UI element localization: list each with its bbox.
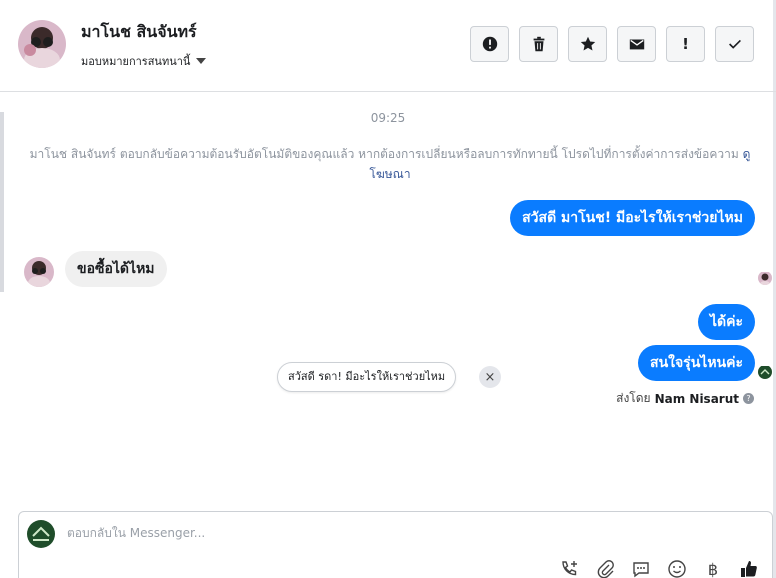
message-bubble-outgoing: สนใจรุ่นไหนค่ะ [638,345,755,381]
message-bubble-incoming: ขอซื้อได้ไหม [65,251,167,287]
message-bubble-outgoing: สวัสดี มาโนช! มีอะไรให้เราช่วยไหม [510,200,755,236]
auto-reply-notice: มาโนช สินจันทร์ ตอบกลับข้อความต้อนรับอัต… [20,144,760,184]
envelope-icon [629,39,644,50]
smiley-icon [668,560,686,578]
timestamp: 09:25 [370,111,406,125]
seen-avatar [758,271,772,285]
message-bubble-outgoing: ได้ค่ะ [697,304,755,340]
caret-down-icon [196,58,207,64]
conversation-header: มาโนช สินจันทร์ มอบหมายการสนทนานี้ ! [0,0,776,92]
star-icon [580,36,595,51]
trash-icon [533,36,544,52]
conversation-toolbar: ! [470,26,754,62]
saved-replies-button[interactable] [630,558,652,578]
sent-by-info: ส่งโดย Nam Nisarut ? [616,389,754,408]
assign-label: มอบหมายการสนทนานี้ [81,55,191,68]
chat-bubble-icon [633,562,649,578]
close-icon: × [484,369,496,385]
mark-unread-button[interactable] [617,26,656,62]
payment-button[interactable]: ฿ [702,558,724,578]
composer-tools: ฿ [558,558,760,578]
add-call-button[interactable] [558,558,580,578]
contact-name: มาโนช สินจันทร์ [81,22,197,41]
attach-button[interactable] [594,558,616,578]
mark-done-button[interactable] [715,26,754,62]
contact-avatar[interactable] [18,20,66,68]
help-icon[interactable]: ? [743,393,754,404]
phone-plus-icon [562,561,577,576]
exclamation-icon: ! [682,35,689,53]
sender-name: Nam Nisarut [654,391,739,406]
contact-avatar-small [24,257,54,287]
sent-by-label: ส่งโดย [616,391,651,405]
alert-circle-icon [482,36,497,52]
paperclip-icon [597,560,614,578]
delete-button[interactable] [519,26,558,62]
thumbs-up-icon [741,561,757,577]
follow-up-button[interactable]: ! [666,26,705,62]
baht-icon: ฿ [707,559,719,578]
scroll-indicator [0,112,4,292]
like-button[interactable] [738,558,760,578]
page-avatar-small [758,365,772,379]
check-icon [728,39,741,49]
reply-input[interactable] [67,526,667,540]
emoji-button[interactable] [666,558,688,578]
suggested-reply-chip[interactable]: สวัสดี รดา! มีอะไรให้เราช่วยไหม [277,362,457,392]
star-button[interactable] [568,26,607,62]
close-suggestion-button[interactable]: × [479,366,501,388]
mark-spam-button[interactable] [470,26,509,62]
message-composer: ฿ [18,511,773,578]
page-avatar [27,520,55,548]
notice-text: มาโนช สินจันทร์ ตอบกลับข้อความต้อนรับอัต… [29,147,739,161]
assign-conversation-dropdown[interactable]: มอบหมายการสนทนานี้ [81,52,207,70]
